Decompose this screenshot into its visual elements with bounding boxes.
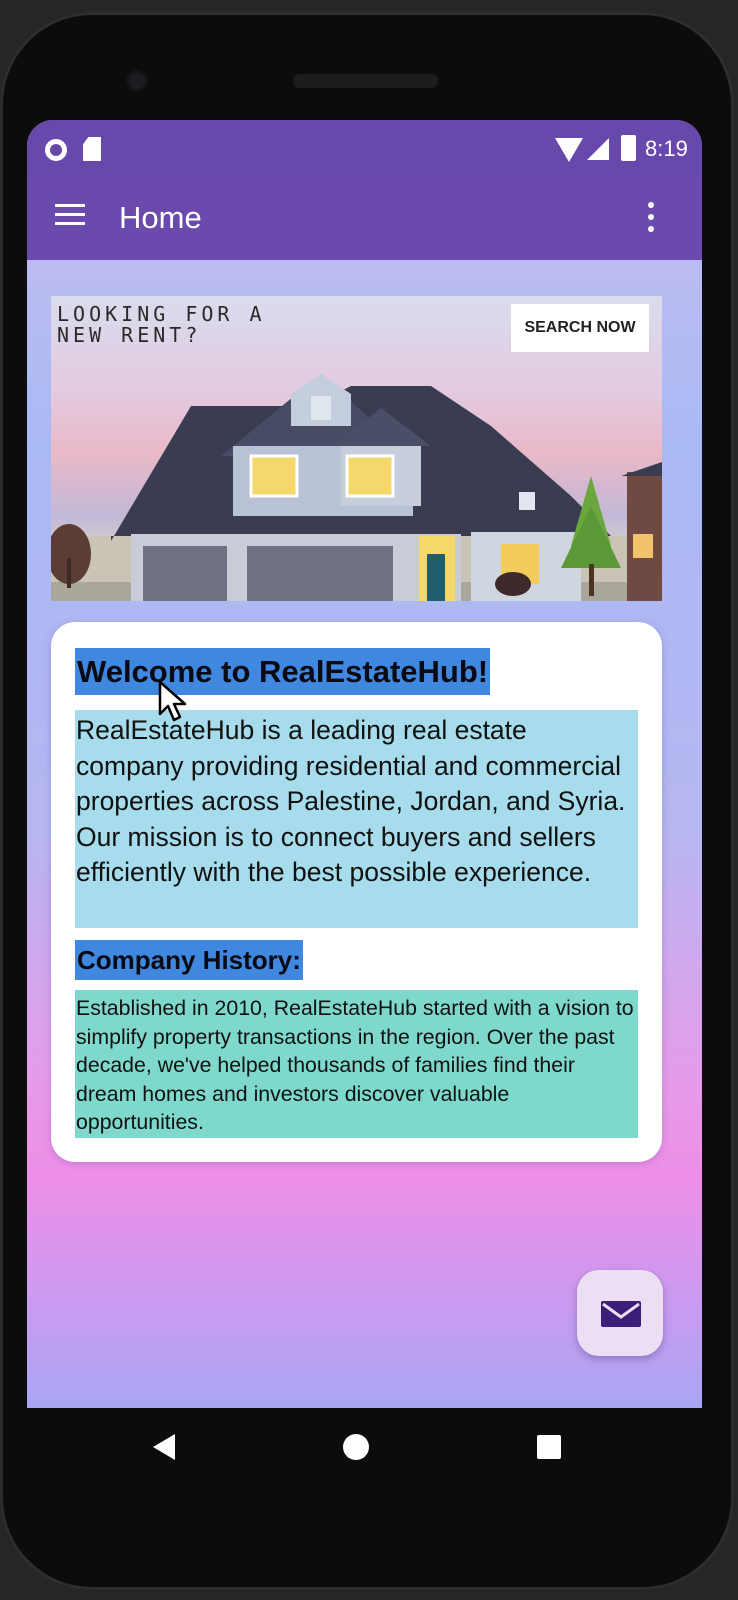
hero-banner: LOOKING FOR A NEW RENT? SEARCH NOW xyxy=(51,296,662,601)
battery-icon xyxy=(621,135,636,161)
history-paragraph: Established in 2010, RealEstateHub start… xyxy=(75,990,638,1138)
back-nav-icon[interactable] xyxy=(153,1434,175,1460)
status-bar: 8:19 xyxy=(27,120,702,176)
status-time: 8:19 xyxy=(645,136,688,161)
mail-icon xyxy=(601,1301,641,1327)
wifi-icon xyxy=(555,138,583,162)
email-fab-button[interactable] xyxy=(577,1270,663,1356)
earpiece-speaker xyxy=(293,74,438,88)
overflow-menu-icon[interactable] xyxy=(641,200,661,234)
hamburger-menu-icon[interactable] xyxy=(55,204,85,226)
mouse-cursor-icon xyxy=(158,680,187,722)
recent-apps-nav-icon[interactable] xyxy=(537,1435,561,1459)
sd-card-icon xyxy=(83,137,101,161)
app-screen: 8:19 Home LOOKING FOR A NEW RENT? SEARCH… xyxy=(27,120,702,1408)
notification-icon xyxy=(45,139,67,161)
app-bar: Home xyxy=(27,176,702,260)
welcome-title: Welcome to RealEstateHub! xyxy=(75,648,491,695)
front-camera xyxy=(126,70,148,92)
banner-tagline: LOOKING FOR A NEW RENT? xyxy=(57,302,266,347)
history-title: Company History: xyxy=(75,940,303,980)
info-card: Welcome to RealEstateHub! RealEstateHub … xyxy=(51,622,662,1162)
page-title: Home xyxy=(119,200,202,235)
system-nav-bar xyxy=(27,1408,702,1488)
signal-icon xyxy=(587,138,609,160)
intro-paragraph: RealEstateHub is a leading real estate c… xyxy=(75,710,638,928)
home-nav-icon[interactable] xyxy=(343,1434,369,1460)
search-now-button[interactable]: SEARCH NOW xyxy=(511,304,649,352)
